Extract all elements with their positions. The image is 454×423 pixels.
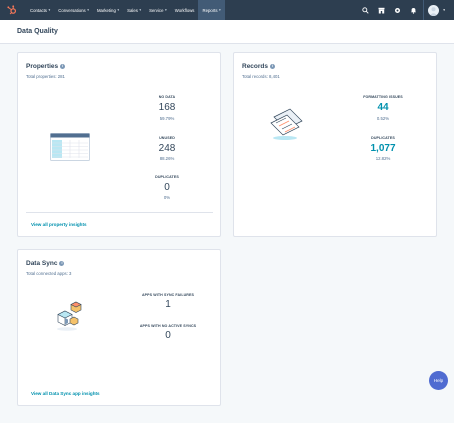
stat-value: 0 (164, 182, 170, 193)
data-sync-card: Data Sync i Total connected apps: 3 APPS… (17, 249, 221, 406)
chevron-down-icon[interactable]: ▾ (443, 8, 445, 12)
properties-table-illustration (50, 133, 90, 166)
records-card: Records i Total records: 8,401 FORMATTIN… (233, 52, 437, 237)
chevron-down-icon: ▾ (87, 8, 89, 12)
top-navigation: Contacts ▾ Conversations ▾ Marketing ▾ Sale… (0, 0, 454, 20)
card-divider (26, 212, 213, 213)
chevron-down-icon: ▾ (117, 8, 120, 12)
hubspot-logo-icon[interactable] (7, 5, 17, 15)
nav-service[interactable]: Service ▾ (145, 0, 171, 20)
nav-workflows[interactable]: Workflows (171, 0, 199, 20)
stat-percent: 0% (163, 195, 171, 200)
search-icon[interactable] (357, 0, 373, 20)
info-icon[interactable]: i (60, 64, 66, 69)
stat-value: 0 (165, 330, 171, 341)
stat-label: NO DATA (158, 95, 176, 99)
stat-label: UNUSED (159, 136, 175, 140)
settings-icon[interactable] (389, 0, 405, 20)
properties-title: Properties i (26, 63, 66, 70)
data-sync-subtitle: Total connected apps: 3 (26, 271, 72, 276)
stat-percent: 12.82% (375, 156, 391, 161)
data-sync-title: Data Sync i (26, 260, 65, 267)
nav-utilities: ▾ (357, 0, 454, 20)
nav-conversations[interactable]: Conversations ▾ (54, 0, 93, 20)
page-header: Data Quality (0, 20, 454, 44)
view-property-insights-link[interactable]: View all property insights (31, 222, 87, 227)
properties-card: Properties i Total properties: 281 NO DA… (17, 52, 221, 237)
view-data-sync-insights-link[interactable]: View all Data Sync app insights (31, 391, 100, 396)
info-icon[interactable]: i (59, 261, 65, 266)
nav-marketing[interactable]: Marketing ▾ (93, 0, 123, 20)
records-subtitle: Total records: 8,401 (242, 74, 280, 79)
stat-value: 1,077 (370, 143, 396, 154)
stat-percent: 0.52% (376, 116, 390, 121)
data-sync-illustration (54, 298, 86, 337)
info-icon[interactable]: i (270, 64, 276, 69)
stat-label: APPS WITH SYNC FAILURES (141, 293, 195, 297)
records-illustration (268, 107, 304, 146)
nav-divider (423, 0, 425, 20)
nav-reports[interactable]: Reports ▾ (198, 0, 225, 20)
page-title: Data Quality (17, 28, 58, 35)
stat-value: 168 (158, 102, 176, 113)
nav-contacts[interactable]: Contacts ▾ (26, 0, 54, 20)
stat-percent: 59.79% (159, 116, 175, 121)
notifications-icon[interactable] (405, 0, 421, 20)
chevron-down-icon: ▾ (164, 8, 167, 12)
help-button[interactable]: Help (429, 371, 448, 390)
properties-subtitle: Total properties: 281 (26, 74, 65, 79)
records-title: Records i (242, 63, 276, 70)
stat-label: DUPLICATES (155, 175, 179, 179)
stat-value: 1 (165, 299, 171, 310)
nav-sales[interactable]: Sales ▾ (123, 0, 145, 20)
stat-value: 44 (377, 102, 389, 113)
stat-label: FORMATTING ISSUES (363, 95, 403, 99)
chevron-down-icon: ▾ (139, 8, 142, 12)
marketplace-icon[interactable] (373, 0, 389, 20)
stat-percent: 88.26% (159, 156, 175, 161)
avatar[interactable] (428, 4, 440, 16)
stat-value: 248 (158, 143, 176, 154)
chevron-down-icon: ▾ (219, 8, 221, 12)
stat-label: DUPLICATES (371, 136, 395, 140)
stat-label: APPS WITH NO ACTIVE SYNCS (139, 324, 197, 328)
chevron-down-icon: ▾ (48, 8, 51, 12)
